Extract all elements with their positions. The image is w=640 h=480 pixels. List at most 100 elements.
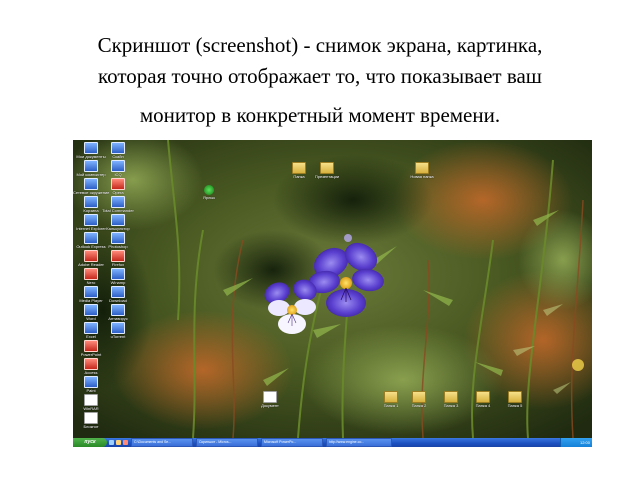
taskbar-button[interactable]: http://www.engine.co...	[326, 438, 392, 447]
desktop-icon-label: Папка 5	[507, 403, 523, 408]
paint-icon	[84, 376, 98, 388]
word-icon	[84, 304, 98, 316]
desktop-icon-label: PowerPoint	[80, 352, 102, 357]
messenger-icon	[111, 160, 125, 172]
browser-icon	[84, 214, 98, 226]
shortcut-icon	[204, 185, 214, 195]
presentation-slide: Скриншот (screenshot) - снимок экрана, к…	[0, 0, 640, 480]
download-icon	[111, 286, 125, 298]
slide-title-line-1: Скриншот (screenshot) - снимок экрана, к…	[97, 33, 543, 57]
desktop-icon-label: uTorrent	[110, 334, 126, 339]
recycle-bin-icon	[84, 196, 98, 208]
desktop-icon-label: Ярлык	[203, 195, 215, 200]
pdf-icon	[84, 250, 98, 262]
desktop-icon-label: Калькулятор	[106, 226, 130, 231]
desktop-icon[interactable]: uTorrent	[100, 322, 136, 339]
folder-icon	[476, 391, 490, 403]
photo-editor-icon	[111, 232, 125, 244]
desktop-icon-label: Новая папка	[410, 174, 434, 179]
desktop-icon-label: Папка 3	[443, 403, 459, 408]
desktop-icon[interactable]: Папка 4	[465, 391, 501, 408]
desktop-icon-label: Total Commander	[102, 208, 134, 213]
desktop-icon[interactable]: Paint	[73, 376, 109, 393]
desktop-icon[interactable]: PowerPoint	[73, 340, 109, 357]
desktop-icon-label: Winamp	[110, 280, 126, 285]
excel-icon	[84, 322, 98, 334]
folder-icon	[292, 162, 306, 174]
desktop-icon[interactable]: Download	[100, 286, 136, 303]
desktop-icon-label: WinRAR	[83, 406, 99, 411]
taskbar-button[interactable]: Microsoft PowerPo...	[261, 438, 323, 447]
firefox-icon	[111, 250, 125, 262]
desktop-icon-label: ICQ	[114, 172, 122, 177]
desktop-screenshot: Мои документы Мой компьютер Сетевое окру…	[73, 140, 592, 447]
media-player-icon	[84, 286, 98, 298]
document-icon	[263, 391, 277, 403]
desktop-icon[interactable]: Новая папка	[404, 162, 440, 179]
folder-icon	[508, 391, 522, 403]
disc-burner-icon	[84, 268, 98, 280]
my-documents-icon	[84, 142, 98, 154]
network-icon	[84, 178, 98, 190]
taskbar-button[interactable]: Скриншот - Micros...	[196, 438, 258, 447]
torrent-icon	[111, 322, 125, 334]
desktop-icon[interactable]: Презентации	[309, 162, 345, 179]
desktop-icon-label: Opera	[112, 190, 124, 195]
desktop-icon[interactable]: Access	[73, 358, 109, 375]
folder-icon	[444, 391, 458, 403]
desktop-icon[interactable]: Ярлык	[191, 185, 227, 200]
desktop-icon-label: Документ	[261, 403, 279, 408]
desktop-icon[interactable]: Блокнот	[73, 412, 109, 429]
folder-icon	[415, 162, 429, 174]
slide-title-line-2: которая точно отображает то, что показыв…	[98, 64, 542, 88]
desktop-icon[interactable]: ICQ	[100, 160, 136, 177]
folder-icon	[384, 391, 398, 403]
file-manager-icon	[111, 196, 125, 208]
taskbar-button[interactable]: C:\Documents and Se...	[131, 438, 193, 447]
skype-icon	[111, 142, 125, 154]
desktop-icon[interactable]: Документ	[252, 391, 288, 408]
opera-icon	[111, 178, 125, 190]
folder-icon	[412, 391, 426, 403]
archive-icon	[84, 394, 98, 406]
desktop-icon-label: Антивирус	[108, 316, 128, 321]
quick-launch-browser-icon[interactable]	[109, 440, 114, 445]
desktop-icon-label: Photoshop	[108, 244, 128, 249]
my-computer-icon	[84, 160, 98, 172]
mail-icon	[84, 232, 98, 244]
desktop-icon[interactable]: Антивирус	[100, 304, 136, 321]
desktop-icon-label: Firefox	[111, 262, 125, 267]
powerpoint-icon	[84, 340, 98, 352]
system-tray-clock[interactable]: 12:00	[560, 438, 592, 447]
notepad-icon	[84, 412, 98, 424]
desktop-icon-label: Блокнот	[83, 424, 99, 429]
desktop-icon[interactable]: Папка 5	[497, 391, 533, 408]
start-button[interactable]: пуск	[73, 438, 107, 447]
music-player-icon	[111, 268, 125, 280]
desktop-icon-label: Презентации	[314, 174, 340, 179]
slide-title-line-3: монитор в конкретный момент времени.	[139, 103, 501, 127]
desktop-icon-label: Скайп	[112, 154, 124, 159]
folder-icon	[320, 162, 334, 174]
desktop-icon[interactable]: Opera	[100, 178, 136, 195]
calculator-icon	[111, 214, 125, 226]
antivirus-icon	[111, 304, 125, 316]
desktop-icon[interactable]: Total Commander	[100, 196, 136, 213]
quick-launch-folder-icon[interactable]	[116, 440, 121, 445]
desktop-icon[interactable]: Photoshop	[100, 232, 136, 249]
slide-title: Скриншот (screenshot) - снимок экрана, к…	[20, 30, 620, 131]
desktop-icon-label: Paint	[86, 388, 96, 393]
taskbar: пуск C:\Documents and Se... Скриншот - M…	[73, 438, 592, 447]
desktop-icon-label: Папка 2	[411, 403, 427, 408]
desktop-icon[interactable]: Папка 2	[401, 391, 437, 408]
desktop-icon-label: Access	[84, 370, 98, 375]
desktop-icon[interactable]: Скайп	[100, 142, 136, 159]
desktop-icon[interactable]: Firefox	[100, 250, 136, 267]
desktop-icon[interactable]: Winamp	[100, 268, 136, 285]
desktop-icon[interactable]: WinRAR	[73, 394, 109, 411]
quick-launch-media-icon[interactable]	[123, 440, 128, 445]
desktop-icon[interactable]: Папка 3	[433, 391, 469, 408]
access-icon	[84, 358, 98, 370]
desktop-icon[interactable]: Калькулятор	[100, 214, 136, 231]
desktop-icon-label: Папка 4	[475, 403, 491, 408]
